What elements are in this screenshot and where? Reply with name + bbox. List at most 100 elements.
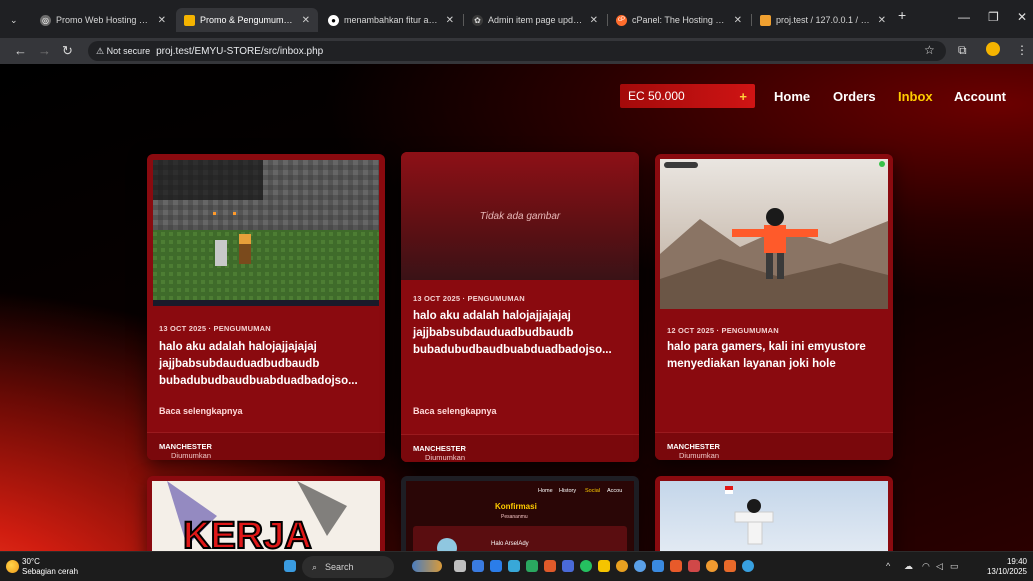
cloud-icon[interactable]: ☁ (904, 561, 913, 572)
close-icon[interactable]: ✕ (158, 15, 166, 26)
svg-text:Halo ArselAdy: Halo ArselAdy (491, 541, 529, 547)
url-field[interactable]: ⚠ Not secure proj.test/EMYU-STORE/src/in… (88, 41, 946, 61)
app-icon[interactable] (742, 560, 754, 572)
close-icon[interactable]: ✕ (446, 15, 454, 26)
close-icon[interactable]: ✕ (734, 15, 742, 26)
svg-text:Home: Home (538, 488, 553, 494)
system-clock[interactable]: 19:40 13/10/2025 (987, 557, 1027, 577)
tab-promo-web-hosting[interactable]: ◎ Promo Web Hosting Mura ✕ (32, 8, 174, 32)
browser-tab-bar: ⌄ ◎ Promo Web Hosting Mura ✕ Promo & Pen… (0, 0, 1033, 38)
tab-cpanel[interactable]: cP cPanel: The Hosting Platfo ✕ (608, 8, 750, 32)
edge-icon[interactable] (508, 560, 520, 572)
announcement-card[interactable]: 13 OCT 2025 · PENGUMUMAN halo aku adalah… (147, 154, 385, 460)
card-title[interactable]: halo aku adalah halojajjajajaj jajjbabsu… (159, 339, 375, 390)
footer-prefix: Diumumkan oleh (171, 451, 212, 460)
nav-inbox[interactable]: Inbox (898, 89, 933, 104)
app-icon[interactable] (562, 560, 574, 572)
minecraft-screenshot-image (153, 160, 379, 306)
extensions-icon[interactable]: ⧉ (958, 43, 967, 58)
nav-account[interactable]: Account (954, 89, 1006, 104)
inbox-page: EC 50.000 + Home Orders Inbox Account 13… (0, 64, 1033, 551)
app-icon[interactable] (526, 560, 538, 572)
svg-text:Accou: Accou (607, 488, 622, 494)
battery-icon[interactable]: ▭ (950, 561, 959, 572)
announcement-card[interactable] (655, 476, 893, 551)
close-icon[interactable]: ✕ (590, 15, 598, 26)
widget-icon[interactable] (412, 560, 442, 572)
nav-home[interactable]: Home (774, 89, 810, 104)
tab-github[interactable]: ● menambahkan fitur add it ✕ (320, 8, 462, 32)
profile-avatar[interactable] (986, 42, 1000, 56)
svg-text:Konfirmasi: Konfirmasi (495, 502, 537, 511)
tab-promo-pengumuman[interactable]: Promo & Pengumuman - E ✕ (176, 8, 318, 32)
app-icon[interactable] (634, 560, 646, 572)
clock-time: 19:40 (1006, 557, 1027, 566)
back-icon[interactable]: ← (14, 43, 27, 58)
weather-widget[interactable]: 30°C Sebagian cerah (22, 557, 78, 577)
close-icon[interactable]: ✕ (302, 15, 310, 26)
svg-text:Social: Social (585, 488, 600, 494)
file-explorer-icon[interactable] (598, 560, 610, 572)
app-icon[interactable] (544, 560, 556, 572)
reload-icon[interactable]: ↻ (62, 43, 73, 59)
chrome-icon[interactable] (706, 560, 718, 572)
balance-box: EC 50.000 + (620, 84, 755, 108)
card-image (655, 154, 893, 310)
not-secure-badge[interactable]: ⚠ Not secure (96, 46, 150, 57)
close-icon[interactable]: ✕ (878, 15, 886, 26)
card-title[interactable]: halo para gamers, kali ini emyustore men… (667, 339, 867, 373)
card-title[interactable]: halo aku adalah halojajjajajaj jajjbabsu… (413, 308, 629, 359)
weather-icon (6, 560, 19, 573)
card-footer: Diumumkan oleh MANCHESTER (655, 432, 893, 460)
forward-icon[interactable]: → (38, 43, 51, 58)
whatsapp-icon[interactable] (580, 560, 592, 572)
announcement-card[interactable]: 12 OCT 2025 · PENGUMUMAN halo para gamer… (655, 154, 893, 460)
read-more-link[interactable]: Baca selengkapnya (159, 406, 243, 416)
app-icon[interactable] (670, 560, 682, 572)
globe-icon: ◎ (40, 14, 51, 26)
nav-orders[interactable]: Orders (833, 89, 876, 104)
search-label: Search (325, 562, 354, 572)
volume-icon[interactable]: ◁ (936, 561, 943, 572)
mountain-avatar-image (660, 159, 888, 309)
footer-prefix: Diumumkan oleh (679, 451, 720, 460)
tab-chatgpt[interactable]: ✿ Admin item page update ✕ (464, 8, 606, 32)
read-more-link[interactable]: Baca selengkapnya (413, 406, 497, 416)
taskbar-search[interactable]: ⌕ Search (302, 556, 394, 578)
tab-phpmyadmin[interactable]: proj.test / 127.0.0.1 / emyu ✕ (752, 8, 894, 32)
app-icon[interactable] (724, 560, 736, 572)
kerja-poster-image: KERJA (152, 481, 380, 551)
page-icon (184, 14, 195, 26)
tray-chevron-icon[interactable]: ^ (886, 561, 890, 571)
weather-text: Sebagian cerah (22, 567, 79, 576)
temperature: 30°C (22, 557, 40, 566)
app-icon[interactable] (472, 560, 484, 572)
cpanel-icon: cP (616, 14, 627, 26)
bookmark-star-icon[interactable]: ☆ (924, 43, 935, 57)
roblox-screenshot-image (660, 481, 888, 551)
minimize-icon[interactable]: — (958, 10, 970, 24)
search-icon: ⌕ (312, 561, 318, 572)
task-view-icon[interactable] (454, 560, 466, 572)
vscode-icon[interactable] (652, 560, 664, 572)
chatgpt-icon: ✿ (472, 14, 483, 26)
wifi-icon[interactable]: ◠ (922, 561, 930, 572)
window-close-icon[interactable]: ✕ (1017, 10, 1027, 24)
site-screenshot-image: Home History Social Accou Konfirmasi Pes… (406, 481, 634, 551)
tab-search-menu-button[interactable]: ⌄ (4, 8, 28, 32)
announcement-card[interactable]: Tidak ada gambar 13 OCT 2025 · PENGUMUMA… (401, 152, 639, 462)
card-footer: Diumumkan oleh MANCHESTER (401, 434, 639, 462)
announcement-card[interactable]: KERJA (147, 476, 385, 551)
chrome-icon[interactable] (616, 560, 628, 572)
no-image-placeholder: Tidak ada gambar (401, 152, 639, 280)
restore-icon[interactable]: ❐ (988, 10, 999, 24)
app-icon[interactable] (688, 560, 700, 572)
topup-button[interactable]: + (739, 89, 747, 104)
author-name: MANCHESTER (159, 442, 212, 451)
app-icon[interactable] (490, 560, 502, 572)
new-tab-button[interactable]: + (898, 7, 906, 23)
announcement-card[interactable]: Home History Social Accou Konfirmasi Pes… (401, 476, 639, 551)
card-meta: 13 OCT 2025 · PENGUMUMAN (413, 294, 525, 303)
windows-start-icon[interactable] (284, 560, 296, 572)
kebab-menu-icon[interactable]: ⋮ (1016, 43, 1028, 57)
